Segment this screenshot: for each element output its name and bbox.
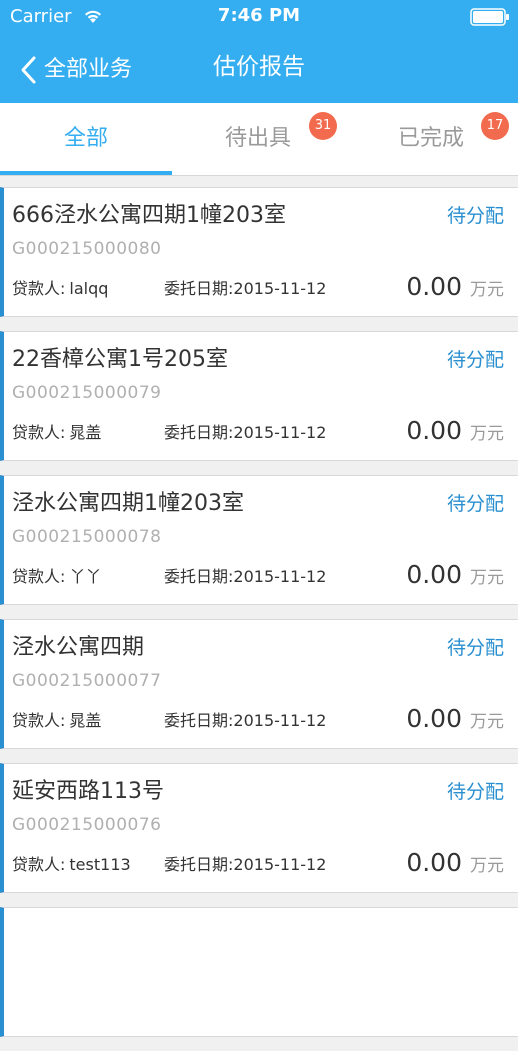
borrower-label: 贷款人: xyxy=(12,279,66,298)
borrower-name: lalqq xyxy=(69,279,109,298)
borrower-name: test113 xyxy=(69,855,131,874)
tab-all[interactable]: 全部 xyxy=(0,103,172,175)
page-title: 估价报告 xyxy=(0,52,518,82)
entrust-date: 委托日期:2015-11-12 xyxy=(164,422,326,444)
amount-unit: 万元 xyxy=(470,712,504,732)
amount-info: 0.00 万元 xyxy=(406,416,504,446)
amount-unit: 万元 xyxy=(470,568,504,588)
status-bar: Carrier 7:46 PM xyxy=(0,0,518,34)
amount-value: 0.00 xyxy=(406,416,462,445)
entrust-date-value: 2015-11-12 xyxy=(233,711,327,730)
borrower-label: 贷款人: xyxy=(12,423,66,442)
amount-info: 0.00 万元 xyxy=(406,560,504,590)
entrust-date: 委托日期:2015-11-12 xyxy=(164,854,326,876)
borrower-label: 贷款人: xyxy=(12,855,66,874)
tab-pending-badge: 31 xyxy=(309,112,337,140)
amount-value: 0.00 xyxy=(406,272,462,301)
entrust-date: 委托日期:2015-11-12 xyxy=(164,278,326,300)
nav-header: Carrier 7:46 PM 全部业务 估价报告 xyxy=(0,0,518,103)
amount-value: 0.00 xyxy=(406,560,462,589)
clock: 7:46 PM xyxy=(217,5,301,26)
borrower-name: 晁盖 xyxy=(69,423,102,442)
entrust-date-value: 2015-11-12 xyxy=(233,855,327,874)
report-card[interactable]: 666泾水公寓四期1幢203室 待分配 G000215000080 贷款人: la… xyxy=(0,187,518,317)
borrower-info: 贷款人: test113 xyxy=(12,854,131,876)
report-status: 待分配 xyxy=(446,349,504,371)
tab-pending-label: 待出具 xyxy=(224,126,291,151)
report-code: G000215000078 xyxy=(12,527,162,547)
report-title: 泾水公寓四期 xyxy=(12,635,145,660)
amount-unit: 万元 xyxy=(470,424,504,444)
report-status: 待分配 xyxy=(446,637,504,659)
entrust-date-label: 委托日期: xyxy=(164,855,234,874)
report-code: G000215000076 xyxy=(12,815,162,835)
report-title: 666泾水公寓四期1幢203室 xyxy=(12,203,286,228)
borrower-label: 贷款人: xyxy=(12,567,66,586)
tab-bar: 全部 待出具 31 已完成 17 xyxy=(0,103,518,176)
report-card[interactable]: 延安西路113号 待分配 G000215000076 贷款人: test113 委… xyxy=(0,763,518,893)
battery-icon xyxy=(470,8,509,26)
entrust-date-label: 委托日期: xyxy=(164,423,234,442)
tab-all-label: 全部 xyxy=(63,126,108,151)
report-code: G000215000079 xyxy=(12,383,162,403)
report-status: 待分配 xyxy=(446,205,504,227)
borrower-label: 贷款人: xyxy=(12,711,66,730)
tab-indicator xyxy=(0,171,172,175)
amount-unit: 万元 xyxy=(470,856,504,876)
page-title-text: 估价报告 xyxy=(213,54,305,80)
borrower-name: 丫丫 xyxy=(69,567,102,586)
entrust-date-value: 2015-11-12 xyxy=(233,279,327,298)
amount-info: 0.00 万元 xyxy=(406,704,504,734)
report-list: 666泾水公寓四期1幢203室 待分配 G000215000080 贷款人: la… xyxy=(0,187,518,1051)
report-card[interactable]: 泾水公寓四期1幢203室 待分配 G000215000078 贷款人: 丫丫 委托… xyxy=(0,475,518,605)
entrust-date-value: 2015-11-12 xyxy=(233,567,327,586)
borrower-info: 贷款人: 丫丫 xyxy=(12,566,101,588)
entrust-date-label: 委托日期: xyxy=(164,711,234,730)
amount-value: 0.00 xyxy=(406,848,462,877)
entrust-date: 委托日期:2015-11-12 xyxy=(164,566,326,588)
borrower-info: 贷款人: 晁盖 xyxy=(12,710,101,732)
entrust-date-label: 委托日期: xyxy=(164,279,234,298)
amount-info: 0.00 万元 xyxy=(406,848,504,878)
borrower-info: 贷款人: 晁盖 xyxy=(12,422,101,444)
report-status: 待分配 xyxy=(446,781,504,803)
report-card[interactable]: 泾水公寓四期 待分配 G000215000077 贷款人: 晁盖 委托日期:201… xyxy=(0,619,518,749)
tab-completed-label: 已完成 xyxy=(397,126,464,151)
entrust-date-label: 委托日期: xyxy=(164,567,234,586)
report-code: G000215000080 xyxy=(12,239,162,259)
report-code: G000215000077 xyxy=(12,671,162,691)
amount-unit: 万元 xyxy=(470,280,504,300)
tab-completed-badge: 17 xyxy=(481,112,509,140)
report-status: 待分配 xyxy=(446,493,504,515)
report-card[interactable] xyxy=(0,907,518,1037)
report-title: 泾水公寓四期1幢203室 xyxy=(12,491,244,516)
report-title: 延安西路113号 xyxy=(12,779,164,804)
report-title: 22香樟公寓1号205室 xyxy=(12,347,228,372)
borrower-name: 晁盖 xyxy=(69,711,102,730)
amount-value: 0.00 xyxy=(406,704,462,733)
report-card[interactable]: 22香樟公寓1号205室 待分配 G000215000079 贷款人: 晁盖 委托… xyxy=(0,331,518,461)
entrust-date: 委托日期:2015-11-12 xyxy=(164,710,326,732)
borrower-info: 贷款人: lalqq xyxy=(12,278,108,300)
entrust-date-value: 2015-11-12 xyxy=(233,423,327,442)
amount-info: 0.00 万元 xyxy=(406,272,504,302)
